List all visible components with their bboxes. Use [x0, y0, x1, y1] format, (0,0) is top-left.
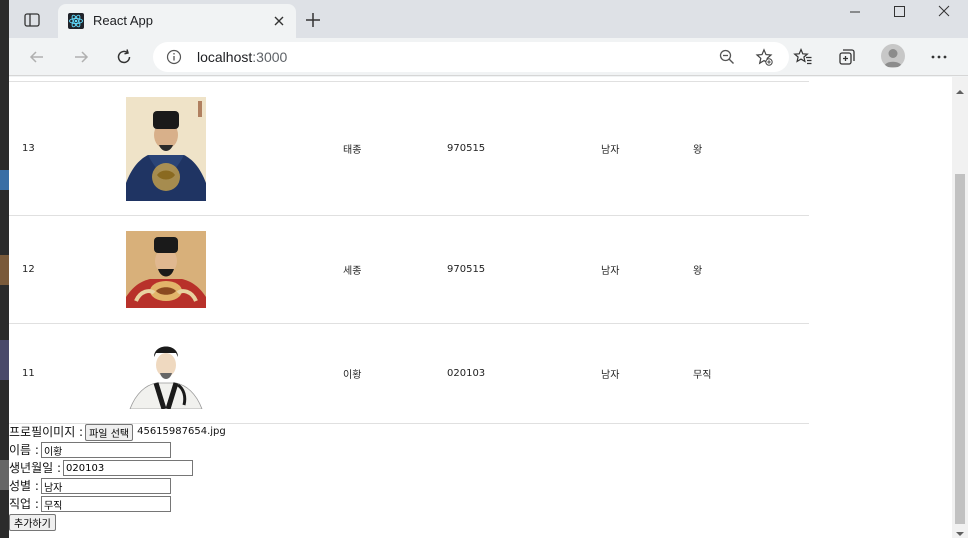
table-row: 12 세종 970515 남자 왕	[9, 215, 809, 324]
favorites-icon[interactable]	[793, 47, 813, 67]
name-input[interactable]	[40, 442, 171, 458]
new-tab-icon[interactable]	[303, 10, 323, 30]
maximize-icon[interactable]	[885, 4, 913, 20]
selected-file-name: 45615987654.jpg	[137, 426, 226, 437]
customer-profile-image	[113, 323, 343, 424]
customer-add-form: 프로필이미지 : 파일 선택 45615987654.jpg 이름 : 생년월일…	[9, 423, 226, 531]
site-info-icon[interactable]	[166, 49, 182, 65]
job-input[interactable]	[40, 496, 171, 512]
job-label: 직업 :	[9, 497, 39, 511]
birthday-input[interactable]	[63, 460, 194, 476]
scroll-up-icon[interactable]	[956, 81, 964, 94]
close-window-icon[interactable]	[930, 4, 958, 20]
zoom-out-icon[interactable]	[718, 48, 736, 66]
background-window-strip	[0, 0, 9, 538]
tab-bar: React App	[9, 0, 968, 38]
customer-profile-image	[113, 81, 343, 216]
table-row: 13 태종 970515 남자 왕	[9, 81, 809, 216]
customer-profile-image	[113, 215, 343, 324]
submit-row: 추가하기	[9, 513, 226, 531]
portrait-king-red-image	[126, 231, 206, 308]
customer-id: 12	[9, 215, 113, 324]
customer-birthday: 970515	[447, 215, 601, 324]
back-icon[interactable]	[27, 47, 47, 67]
close-tab-icon[interactable]	[272, 13, 286, 27]
collections-icon[interactable]	[837, 47, 857, 67]
job-row: 직업 :	[9, 495, 226, 513]
customer-job: 왕	[693, 215, 809, 324]
browser-window: React App localhost:3000 13 태종 970515 남자…	[9, 0, 968, 538]
customer-name: 태종	[343, 81, 447, 216]
more-menu-icon[interactable]	[929, 47, 949, 67]
profile-image-label: 프로필이미지 :	[9, 425, 84, 439]
browser-toolbar: localhost:3000	[9, 38, 968, 76]
customer-gender: 남자	[601, 323, 693, 424]
url-text[interactable]: localhost:3000	[197, 49, 287, 65]
portrait-king-blue-image	[126, 96, 206, 201]
add-customer-button[interactable]: 추가하기	[9, 513, 56, 531]
refresh-icon[interactable]	[114, 47, 134, 67]
minimize-icon[interactable]	[841, 4, 869, 20]
birthday-row: 생년월일 :	[9, 459, 226, 477]
table-row: 11 이황 020103 남자 무직	[9, 323, 809, 424]
file-select-button[interactable]: 파일 선택	[85, 423, 134, 441]
customer-gender: 남자	[601, 81, 693, 216]
customer-table: 13 태종 970515 남자 왕 12 세종 970515 남자 왕 11 이…	[9, 81, 809, 424]
customer-job: 무직	[693, 323, 809, 424]
portrait-scholar-image	[126, 338, 206, 409]
url-port: :3000	[252, 49, 288, 65]
gender-row: 성별 :	[9, 477, 226, 495]
forward-icon[interactable]	[71, 47, 91, 67]
react-logo-icon	[68, 13, 84, 29]
name-label: 이름 :	[9, 443, 39, 457]
profile-avatar-icon[interactable]	[881, 44, 905, 68]
tab-react-app[interactable]: React App	[58, 4, 296, 38]
gender-input[interactable]	[40, 478, 171, 494]
scrollbar-thumb[interactable]	[955, 174, 965, 524]
customer-name: 이황	[343, 323, 447, 424]
name-row: 이름 :	[9, 441, 226, 459]
page-content: 13 태종 970515 남자 왕 12 세종 970515 남자 왕 11 이…	[9, 77, 952, 538]
customer-name: 세종	[343, 215, 447, 324]
customer-id: 11	[9, 323, 113, 424]
address-bar[interactable]: localhost:3000	[153, 42, 789, 72]
tab-title: React App	[93, 13, 153, 28]
customer-job: 왕	[693, 81, 809, 216]
page-scrollbar[interactable]	[952, 77, 968, 538]
customer-birthday: 970515	[447, 81, 601, 216]
customer-birthday: 020103	[447, 323, 601, 424]
scroll-down-icon[interactable]	[956, 523, 964, 536]
add-favorite-icon[interactable]	[755, 48, 773, 66]
gender-label: 성별 :	[9, 479, 39, 493]
tab-actions-icon[interactable]	[23, 11, 41, 29]
customer-gender: 남자	[601, 215, 693, 324]
url-host: localhost	[197, 49, 253, 65]
birthday-label: 생년월일 :	[9, 461, 62, 475]
customer-id: 13	[9, 81, 113, 216]
profile-image-row: 프로필이미지 : 파일 선택 45615987654.jpg	[9, 423, 226, 441]
